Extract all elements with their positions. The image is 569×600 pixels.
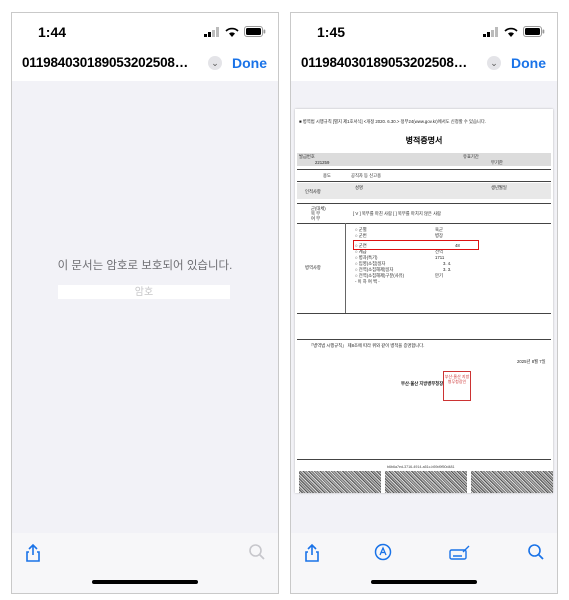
pdf-viewer-area: 이 문서는 암호로 보호되어 있습니다. xyxy=(12,81,278,533)
certificate-title: 병적증명서 xyxy=(405,136,443,145)
service-item-value: 병장 xyxy=(435,233,443,238)
status-bar: 1:44 xyxy=(12,13,278,49)
signature-icon[interactable] xyxy=(449,543,471,561)
wifi-icon xyxy=(225,27,239,37)
home-indicator xyxy=(371,580,477,584)
official-seal: 부산·울산 지방병무청장인 xyxy=(443,371,471,401)
security-barcode xyxy=(385,471,467,493)
service-item-key: ○ 전역(소집해제)일자 xyxy=(355,267,394,272)
search-icon[interactable] xyxy=(248,543,266,561)
service-label: 병역사항 xyxy=(305,265,321,270)
issue-no-label: 발급번호 xyxy=(299,154,315,159)
bottom-toolbar xyxy=(12,533,278,593)
service-item-value: 만기 xyxy=(435,273,443,278)
status-time: 1:45 xyxy=(317,24,346,40)
name-label: 성명 xyxy=(355,185,363,190)
service-item-key: ○ 전역(소집해제)구분(사유) xyxy=(355,273,405,278)
bottom-toolbar xyxy=(291,533,557,593)
divider xyxy=(297,181,551,182)
service-item-value: 1711 xyxy=(435,255,445,260)
purpose-label: 용도 xyxy=(323,173,331,178)
barcode-id: b6b6a7ed-3716-4914-a51c-b59d9f50d481 xyxy=(387,465,455,469)
purpose-value: 공직자 등 신고용 xyxy=(351,173,382,178)
service-item-key: - 이 하 여 백 - xyxy=(355,279,380,284)
office-name: 부산·울산 지방병무청장 xyxy=(401,381,444,386)
home-indicator xyxy=(92,580,198,584)
issue-row xyxy=(297,153,551,166)
markup-icon[interactable] xyxy=(374,543,392,561)
wifi-icon xyxy=(504,27,518,37)
document-title[interactable]: 011984030189053202508… xyxy=(22,55,210,70)
header-note: ■ 병역법 시행규칙 [별지 제1호서식] <개정 2020. 6.30.> 정… xyxy=(299,119,487,124)
nav-bar: 011984030189053202508… ⌄ Done xyxy=(291,49,557,81)
service-item-value: 육군 xyxy=(435,227,443,232)
share-icon[interactable] xyxy=(303,543,321,563)
service-item-value: 3. 4. xyxy=(443,261,452,266)
status-bar: 1:45 xyxy=(291,13,557,49)
validity-value: 무기한 xyxy=(491,160,503,165)
highlight-box xyxy=(353,240,479,250)
password-field[interactable] xyxy=(58,285,230,299)
issue-date: 2025년 8월 7일 xyxy=(517,359,546,364)
divider xyxy=(297,313,551,314)
status-icons xyxy=(483,26,545,37)
service-item-key: ○ 군별 xyxy=(355,227,367,232)
pdf-viewer-area: ■ 병역법 시행규칙 [별지 제1호서식] <개정 2020. 6.30.> 정… xyxy=(291,81,557,533)
right-phone-screen: 1:45 011984030189053202508… ⌄ Done ■ 병역법… xyxy=(290,12,558,594)
security-barcode xyxy=(299,471,381,493)
birth-label: 생년월일 xyxy=(491,185,507,190)
done-button[interactable]: Done xyxy=(232,55,267,71)
document-title[interactable]: 011984030189053202508… xyxy=(301,55,489,70)
issue-no: 221259 xyxy=(315,160,330,165)
share-icon[interactable] xyxy=(24,543,42,563)
locked-message: 이 문서는 암호로 보호되어 있습니다. xyxy=(57,260,233,272)
duty-label-3: 여 부 xyxy=(311,216,321,221)
certify-text: 「병역법 시행규칙」 제8조에 따라 위와 같이 병적을 증명합니다. xyxy=(309,343,425,348)
divider xyxy=(297,339,551,340)
divider xyxy=(297,223,551,224)
battery-icon xyxy=(523,26,545,37)
status-icons xyxy=(204,26,266,37)
validity-label: 유효기간 xyxy=(463,154,479,159)
nav-bar: 011984030189053202508… ⌄ Done xyxy=(12,49,278,81)
divider xyxy=(297,203,551,204)
search-icon[interactable] xyxy=(527,543,545,561)
chevron-down-icon[interactable]: ⌄ xyxy=(208,56,222,70)
done-button[interactable]: Done xyxy=(511,55,546,71)
duty-options: [ V ] 복무를 마친 사람 [ ] 복무를 마치지 않은 사람 xyxy=(353,211,441,216)
person-row xyxy=(297,183,551,199)
service-item-key: ○ 입영(소집)일자 xyxy=(355,261,386,266)
cellular-signal-icon xyxy=(483,26,498,37)
cellular-signal-icon xyxy=(204,26,219,37)
person-label: 인적사항 xyxy=(305,189,321,194)
battery-icon xyxy=(244,26,266,37)
security-barcode xyxy=(471,471,553,493)
service-item-value: 3. 3. xyxy=(443,267,452,272)
certificate-page: ■ 병역법 시행규칙 [별지 제1호서식] <개정 2020. 6.30.> 정… xyxy=(295,109,553,493)
status-time: 1:44 xyxy=(38,24,67,40)
divider xyxy=(297,169,551,170)
service-item-key: ○ 군번 xyxy=(355,233,367,238)
divider xyxy=(297,459,551,460)
chevron-down-icon[interactable]: ⌄ xyxy=(487,56,501,70)
divider xyxy=(345,223,346,313)
service-item-key: ○ 병과(특기) xyxy=(355,255,378,260)
left-phone-screen: 1:44 011984030189053202508… ⌄ Done 이 문서는… xyxy=(11,12,279,594)
